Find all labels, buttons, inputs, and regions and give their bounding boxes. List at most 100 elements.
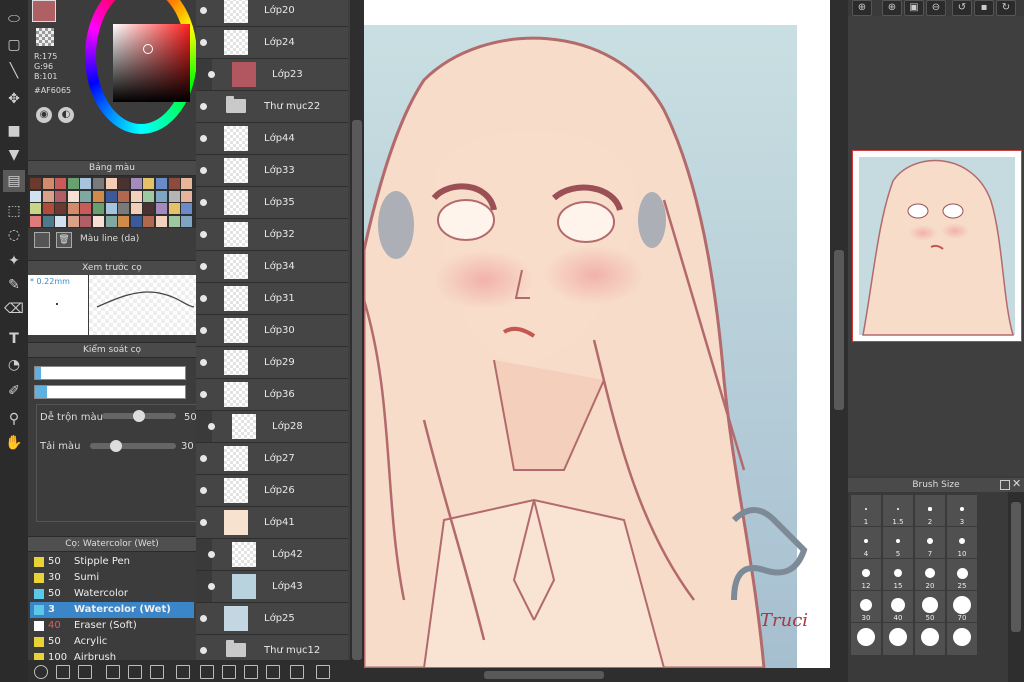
palette-swatch[interactable] [30, 178, 41, 189]
palette-swatch[interactable] [181, 203, 193, 215]
palette-swatch[interactable] [156, 215, 167, 227]
palette-swatch[interactable] [55, 203, 67, 215]
palette-swatch[interactable] [30, 190, 41, 202]
palette-swatch[interactable] [105, 178, 117, 189]
brush-size-cell[interactable]: 7 [914, 526, 946, 560]
palette-swatch[interactable] [93, 190, 104, 202]
layer-scroll-thumb[interactable] [352, 120, 362, 660]
visibility-eye-icon[interactable] [200, 487, 207, 494]
palette-swatch[interactable] [156, 178, 167, 189]
palette-edit-icon[interactable]: ◐ [58, 107, 74, 123]
palette-swatch[interactable] [93, 215, 104, 227]
select-eraser-icon[interactable]: ⌫ [3, 298, 25, 320]
palette-swatch[interactable] [130, 203, 142, 215]
palette-swatch[interactable] [130, 215, 142, 227]
delete-layer-icon[interactable] [176, 665, 190, 679]
palette-swatch[interactable] [181, 215, 193, 227]
visibility-eye-icon[interactable] [208, 551, 215, 558]
palette-swatch[interactable] [118, 203, 130, 215]
brush-size-cell[interactable] [946, 622, 978, 656]
delete-palette-icon[interactable]: 🗑 [56, 232, 72, 248]
line-tool-icon[interactable]: ╲ [3, 60, 25, 82]
palette-swatch[interactable] [168, 215, 180, 227]
rotate-right-icon[interactable]: ↻ [996, 0, 1016, 16]
navigator-thumbnail[interactable] [852, 150, 1022, 342]
brush-list-item[interactable]: 40 Eraser (Soft) [30, 618, 194, 634]
palette-swatch[interactable] [105, 215, 117, 227]
fill-rect-tool-icon[interactable]: ■ [3, 120, 25, 142]
palette-swatch[interactable] [143, 178, 155, 189]
brush-list-item[interactable]: 50 Acrylic [30, 634, 194, 650]
visibility-eye-icon[interactable] [200, 359, 207, 366]
load-slider[interactable] [90, 440, 176, 452]
brush-size-cell[interactable]: 20 [914, 558, 946, 592]
brush-list-item[interactable]: 30 Sumi [30, 570, 194, 586]
visibility-eye-icon[interactable] [200, 135, 207, 142]
duplicate-layer-icon[interactable] [316, 665, 330, 679]
palette-swatch[interactable] [168, 178, 180, 189]
layer-row[interactable]: Lớp44 [196, 123, 348, 155]
visibility-eye-icon[interactable] [200, 167, 207, 174]
palette-swatch[interactable] [168, 190, 180, 202]
palette-swatch[interactable] [93, 178, 104, 189]
saturation-square[interactable] [113, 24, 190, 102]
zoom-out-icon[interactable]: ⊖ [926, 0, 946, 16]
visibility-eye-icon[interactable] [208, 71, 215, 78]
layer-row[interactable]: Lớp36 [196, 379, 348, 411]
layer-row[interactable]: Lớp41 [196, 507, 348, 539]
layer-row[interactable]: Lớp42 [196, 539, 348, 571]
palette-swatch[interactable] [80, 215, 92, 227]
blend-slider-knob[interactable] [133, 410, 145, 422]
gradient-tool-icon[interactable]: ▤ [3, 170, 25, 192]
palette-swatch[interactable] [80, 190, 92, 202]
hand-tool-icon[interactable]: ✋ [3, 432, 25, 454]
fit-window-icon[interactable]: ▣ [904, 0, 924, 16]
brush-size-scrollbar[interactable] [1008, 492, 1024, 682]
new-layer-icon-2[interactable] [200, 665, 214, 679]
palette-swatch[interactable] [118, 190, 130, 202]
palette-swatch[interactable] [42, 178, 54, 189]
layer-row[interactable]: Lớp31 [196, 283, 348, 315]
brush-size-cell[interactable]: 4 [850, 526, 882, 560]
palette-swatch[interactable] [67, 190, 79, 202]
palette-swatch[interactable] [143, 203, 155, 215]
new-folder-icon[interactable] [290, 665, 304, 679]
brush-size-cell[interactable]: 1 [850, 494, 882, 528]
palette-swatch[interactable] [130, 178, 142, 189]
close-icon[interactable]: ✕ [1012, 477, 1021, 490]
brush-size-cell[interactable]: 50 [914, 590, 946, 624]
copy-layer-icon[interactable] [106, 665, 120, 679]
palette-swatch[interactable] [143, 190, 155, 202]
lasso-fill-icon[interactable]: ◔ [3, 354, 25, 376]
artwork[interactable] [364, 0, 830, 668]
reset-rotate-icon[interactable]: ▪ [974, 0, 994, 16]
palette-swatch[interactable] [55, 190, 67, 202]
layer-scrollbar[interactable] [350, 0, 364, 660]
main-color-swatch[interactable] [32, 0, 56, 22]
layer-row[interactable]: Lớp32 [196, 219, 348, 251]
new-halftone-layer-icon[interactable] [222, 665, 236, 679]
brush-size-cell[interactable]: 70 [946, 590, 978, 624]
transparent-color-icon[interactable] [36, 28, 54, 46]
canvas-h-scrollbar[interactable] [364, 668, 830, 682]
layer-row[interactable]: Lớp25 [196, 603, 348, 635]
rotate-left-icon[interactable]: ↺ [952, 0, 972, 16]
visibility-eye-icon[interactable] [200, 391, 207, 398]
visibility-eye-icon[interactable] [200, 39, 207, 46]
brush-size-cell[interactable]: 3 [946, 494, 978, 528]
canvas-area[interactable]: Truci [364, 0, 830, 668]
palette-swatch[interactable] [80, 203, 92, 215]
palette-swatch[interactable] [30, 215, 41, 227]
palette-swatch[interactable] [67, 178, 79, 189]
layer-row[interactable]: Lớp26 [196, 475, 348, 507]
palette-swatch[interactable] [67, 215, 79, 227]
brush-list-item[interactable]: 50 Watercolor [30, 586, 194, 602]
visibility-eye-icon[interactable] [200, 519, 207, 526]
layer-row[interactable]: Lớp23 [196, 59, 348, 91]
layer-row[interactable]: Lớp35 [196, 187, 348, 219]
brush-size-cell[interactable]: 10 [946, 526, 978, 560]
palette-swatch[interactable] [93, 203, 104, 215]
blend-slider[interactable] [102, 410, 176, 422]
visibility-eye-icon[interactable] [200, 455, 207, 462]
palette-swatch[interactable] [30, 203, 41, 215]
